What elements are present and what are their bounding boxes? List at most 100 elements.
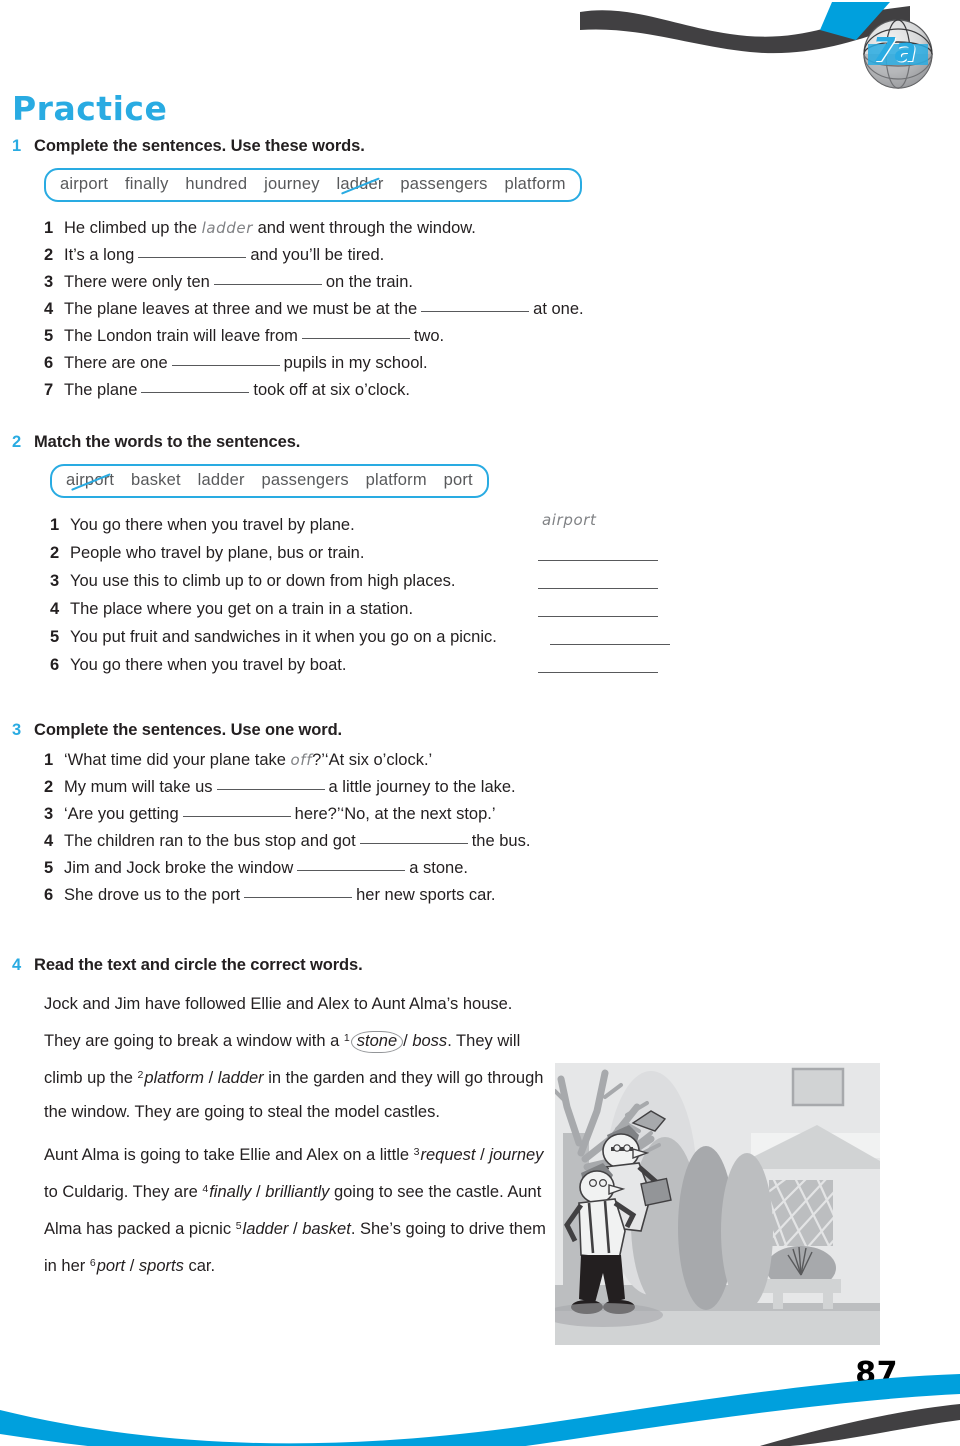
question-number: 7: [44, 381, 54, 399]
option-separator: /: [480, 1146, 485, 1164]
footer-blue-wave: [0, 1374, 960, 1446]
question-number: 5: [44, 327, 54, 345]
option-choice[interactable]: request: [420, 1146, 475, 1164]
question-text-before: ‘What time did your plane take: [64, 751, 291, 769]
option-choice[interactable]: sports: [139, 1257, 184, 1275]
reading-paragraph-1: Jock and Jim have followed Ellie and Ale…: [44, 987, 549, 1129]
option-choice[interactable]: platform: [144, 1069, 204, 1087]
question-text: The children ran to the bus stop and got…: [64, 829, 530, 854]
option-separator: /: [256, 1183, 261, 1201]
table-row: 5 You put fruit and sandwiches in it whe…: [50, 624, 912, 651]
question-text: She drove us to the port her new sports c…: [64, 883, 496, 908]
answer-blank[interactable]: [216, 776, 325, 790]
question-text-before: There were only ten: [64, 273, 210, 291]
option-marker: 5: [235, 1220, 242, 1232]
question-text-after: and went through the window.: [252, 219, 476, 237]
wordbank-word[interactable]: ladder: [198, 471, 245, 490]
circled-option[interactable]: stone: [350, 1031, 404, 1053]
option-choice[interactable]: brilliantly: [265, 1183, 329, 1201]
answer-blank[interactable]: [538, 588, 658, 589]
question-row: 2 It’s a long and you’ll be tired.: [44, 243, 912, 268]
wordbank-word[interactable]: platform: [366, 471, 427, 490]
answer-blank[interactable]: [538, 616, 658, 617]
handwritten-answer[interactable]: ladder: [202, 219, 253, 237]
handwritten-answer[interactable]: off: [291, 751, 313, 769]
wordbank-word-struck[interactable]: airport: [66, 471, 114, 490]
answer-blank[interactable]: [244, 884, 353, 898]
wordbank-word[interactable]: passengers: [261, 471, 348, 490]
paragraph-segment: car.: [183, 1257, 216, 1275]
option-choice[interactable]: boss: [412, 1032, 447, 1050]
answer-blank[interactable]: [213, 271, 322, 285]
option-choice[interactable]: ladder: [243, 1220, 289, 1238]
answer-blank[interactable]: [182, 803, 291, 817]
answer-blank[interactable]: [550, 644, 670, 645]
question-text-before: The London train will leave from: [64, 327, 298, 345]
option-choice[interactable]: port: [97, 1257, 125, 1275]
question-text-after: her new sports car.: [356, 886, 496, 904]
answer-blank[interactable]: [359, 830, 468, 844]
wordbank-word[interactable]: platform: [504, 175, 565, 194]
question-row: 4 The plane leaves at three and we must …: [44, 297, 912, 322]
answer-blank[interactable]: [138, 244, 247, 258]
answer-blank[interactable]: [421, 298, 530, 312]
question-text: He climbed up the ladder and went throug…: [64, 216, 476, 241]
question-text-before: The plane: [64, 381, 138, 399]
wordbank-word[interactable]: finally: [125, 175, 169, 194]
option-choice[interactable]: finally: [209, 1183, 251, 1201]
question-text-before: ‘Are you getting: [64, 805, 179, 823]
wordbank-word[interactable]: airport: [60, 175, 108, 194]
option-choice[interactable]: ladder: [218, 1069, 264, 1087]
question-text: The place where you get on a train in a …: [70, 600, 414, 618]
wordbank-word[interactable]: port: [444, 471, 473, 490]
paragraph-segment: Aunt Alma is going to take Ellie and Ale…: [44, 1146, 414, 1164]
answer-blank[interactable]: [538, 672, 658, 673]
option-marker: 1: [343, 1032, 350, 1044]
answer-blank[interactable]: [141, 379, 250, 393]
question-text-after: a stone.: [409, 859, 468, 877]
footer-grey-accent: [760, 1404, 960, 1446]
question-text: ‘What time did your plane take off?’‘At …: [64, 748, 432, 773]
answer-blank[interactable]: [301, 325, 410, 339]
option-separator: /: [129, 1257, 135, 1275]
question-number: 3: [44, 805, 54, 823]
question-text-after: on the train.: [325, 273, 413, 291]
question-text-after: a little journey to the lake.: [328, 778, 516, 796]
page-title: Practice: [12, 89, 168, 128]
reading-paragraph-2: Aunt Alma is going to take Ellie and Ale…: [44, 1135, 549, 1283]
wordbank-word-struck[interactable]: ladder: [336, 175, 383, 194]
question-number: 3: [44, 273, 54, 291]
question-number: 1: [44, 751, 54, 769]
option-choice[interactable]: journey: [489, 1146, 543, 1164]
answer-blank[interactable]: [171, 352, 280, 366]
question-number: 6: [44, 354, 54, 372]
question-number: 1: [44, 219, 54, 237]
option-choice[interactable]: basket: [302, 1220, 351, 1238]
wordbank-word[interactable]: hundred: [185, 175, 247, 194]
question-number: 6: [44, 886, 54, 904]
question-text-before: The plane leaves at three and we must be…: [64, 300, 418, 318]
option-separator: /: [403, 1032, 408, 1050]
option-separator: /: [293, 1220, 298, 1238]
handwritten-answer[interactable]: airport: [542, 507, 596, 534]
question-row: 1 ‘What time did your plane take off?’‘A…: [44, 748, 912, 773]
exercise-1: 1 Complete the sentences. Use these word…: [12, 137, 912, 403]
answer-blank[interactable]: [297, 857, 406, 871]
question-text: The London train will leave from two.: [64, 324, 444, 349]
answer-blank[interactable]: [538, 560, 658, 561]
question-text: It’s a long and you’ll be tired.: [64, 243, 384, 268]
wordbank-word[interactable]: journey: [264, 175, 320, 194]
reading-text: Jock and Jim have followed Ellie and Ale…: [44, 987, 549, 1283]
wordbank-word[interactable]: basket: [131, 471, 181, 490]
question-text-after: here?’‘No, at the next stop.’: [294, 805, 496, 823]
question-number: 2: [44, 778, 54, 796]
wordbank-word[interactable]: passengers: [400, 175, 487, 194]
question-number: 4: [44, 832, 54, 850]
exercise-4-number: 4: [12, 956, 22, 974]
question-row: 3 There were only ten on the train.: [44, 270, 912, 295]
page-number: 87: [855, 1356, 898, 1391]
question-number: 2: [44, 246, 54, 264]
table-row: 3 You use this to climb up to or down fr…: [50, 568, 912, 595]
story-illustration: [555, 1063, 880, 1345]
question-text: There were only ten on the train.: [64, 270, 413, 295]
